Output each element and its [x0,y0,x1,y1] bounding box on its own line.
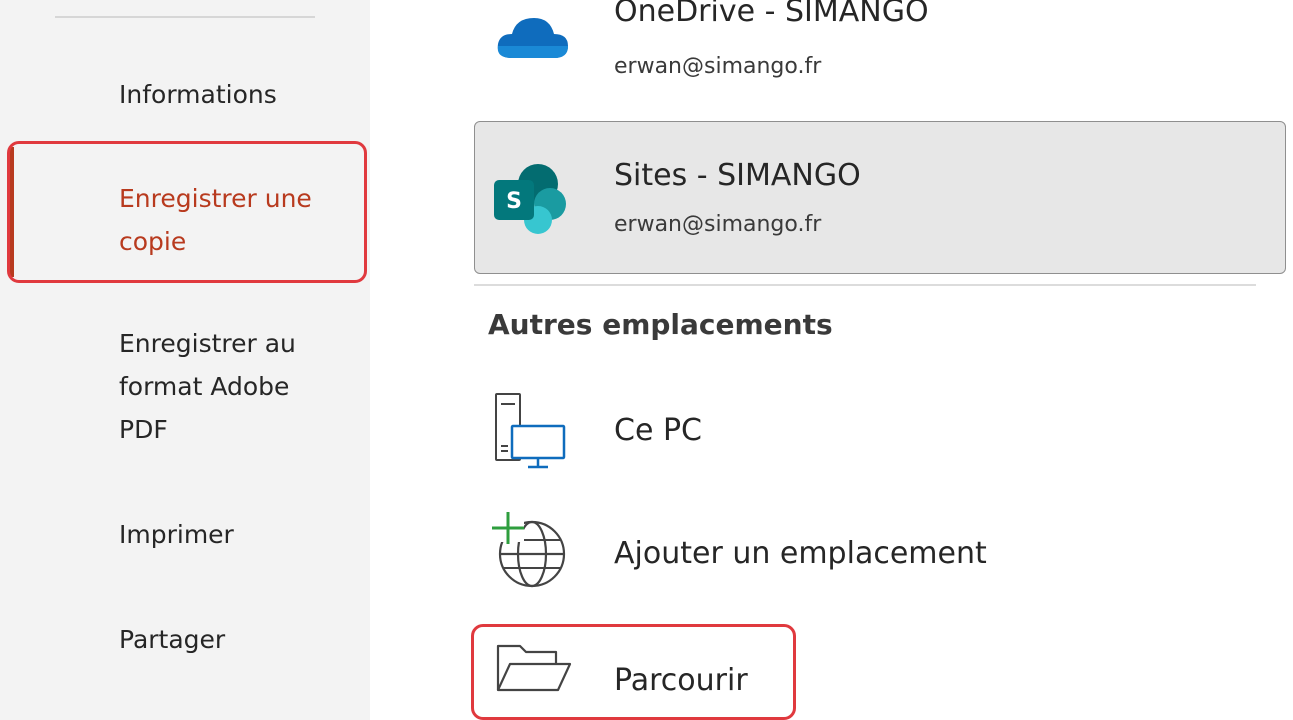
section-divider [474,284,1256,286]
nav-partager[interactable]: Partager [119,618,225,661]
computer-icon [492,390,572,474]
nav-save-adobe-pdf-line1: Enregistrer au [119,329,296,358]
sites-email: erwan@simango.fr [614,212,822,237]
onedrive-name: OneDrive - SIMANGO [614,0,929,29]
nav-partager-label: Partager [119,625,226,654]
add-globe-icon [490,510,572,596]
sites-name: Sites - SIMANGO [614,158,861,193]
nav-imprimer[interactable]: Imprimer [119,513,234,556]
nav-informations-label: Informations [119,80,277,109]
svg-text:S: S [506,189,522,214]
nav-save-adobe-pdf-line3: PDF [119,415,168,444]
other-locations-title: Autres emplacements [488,308,833,341]
nav-informations[interactable]: Informations [119,73,277,116]
nav-save-adobe-pdf[interactable]: Enregistrer au format Adobe PDF [119,322,296,451]
onedrive-email: erwan@simango.fr [614,54,822,79]
location-sites-card[interactable] [474,121,1286,274]
browse-highlight [471,624,796,720]
nav-imprimer-label: Imprimer [119,520,234,549]
add-place-label: Ajouter un emplacement [614,536,987,571]
sharepoint-icon: S [492,160,572,244]
nav-save-adobe-pdf-line2: format Adobe [119,372,290,401]
save-copy-highlight [7,141,367,283]
backstage-sidebar: Informations Enregistrer une copie Enreg… [0,0,370,720]
save-locations-panel: OneDrive - SIMANGO erwan@simango.fr S Si… [370,0,1293,720]
this-pc-label: Ce PC [614,413,702,448]
sidebar-divider [55,16,315,18]
onedrive-icon [492,10,572,74]
